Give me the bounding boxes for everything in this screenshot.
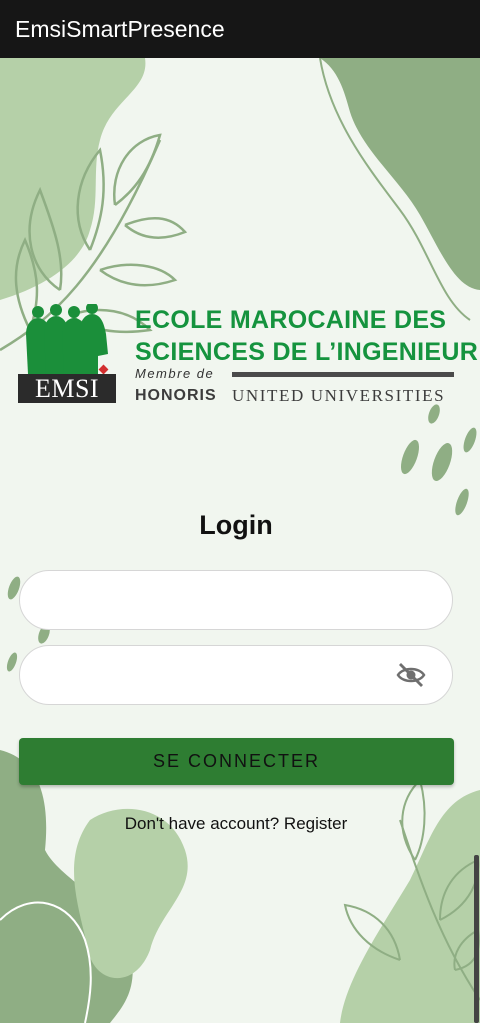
username-field[interactable] bbox=[19, 570, 453, 631]
app-bar: EmsiSmartPresence bbox=[0, 0, 480, 58]
scrollbar[interactable] bbox=[474, 855, 479, 1023]
emsi-wordmark: EMSI bbox=[18, 374, 116, 403]
emsi-emblem: EMSI bbox=[18, 302, 118, 404]
eye-off-icon[interactable] bbox=[396, 662, 426, 688]
school-name-line1: ECOLE MAROCAINE DES bbox=[135, 306, 447, 334]
app-title: EmsiSmartPresence bbox=[15, 15, 225, 42]
register-link[interactable]: Don't have account? Register bbox=[0, 814, 472, 834]
login-title: Login bbox=[199, 510, 273, 540]
honoris-label: HONORIS bbox=[135, 387, 217, 404]
password-input[interactable] bbox=[42, 646, 406, 706]
school-logo: EMSI ECOLE MAROCAINE DES SCIENCES DE L’I… bbox=[18, 302, 478, 405]
united-universities-label: UNITED UNIVERSITIES bbox=[232, 386, 446, 405]
login-button[interactable]: SE CONNECTER bbox=[19, 738, 454, 785]
membre-de-label: Membre de bbox=[135, 366, 215, 381]
school-name-line2: SCIENCES DE L’INGENIEUR bbox=[135, 338, 479, 366]
username-input[interactable] bbox=[42, 571, 406, 631]
logo-divider bbox=[232, 372, 454, 377]
password-field[interactable] bbox=[19, 645, 453, 706]
